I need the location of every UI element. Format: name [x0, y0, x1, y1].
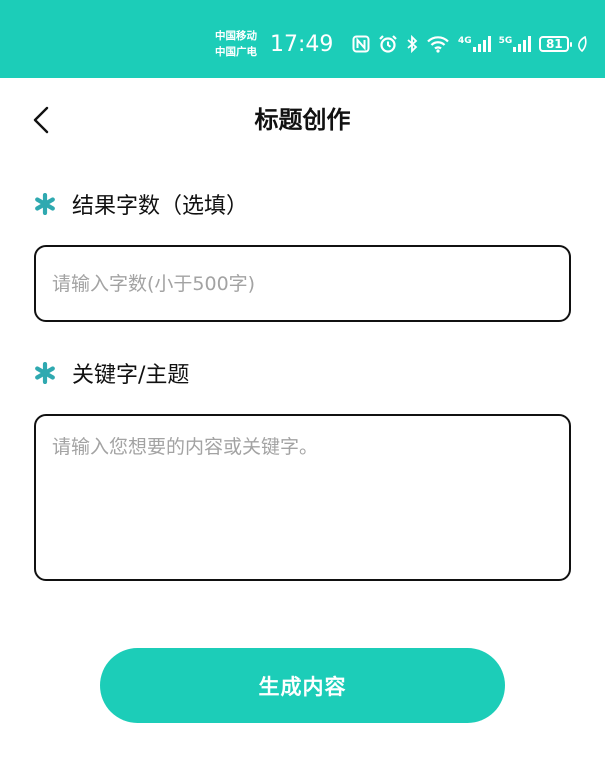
leaf-icon	[578, 36, 587, 52]
bluetooth-icon	[407, 34, 418, 54]
carrier-1: 中国移动	[215, 30, 257, 42]
network-label-1: 4G	[458, 36, 472, 46]
battery-icon: 81	[539, 36, 573, 52]
keyword-label: 关键字/主题	[72, 363, 190, 388]
word-count-label: 结果字数（选填）	[72, 194, 249, 219]
page-title: 标题创作	[254, 106, 351, 134]
keyword-textarea[interactable]	[52, 432, 553, 562]
asterisk-icon	[35, 362, 55, 384]
signal-4g-icon: 4G	[458, 36, 491, 52]
clock: 17:49	[270, 32, 334, 57]
carrier-info: 中国移动 中国广电	[215, 28, 275, 60]
asterisk-icon	[35, 193, 55, 215]
keyword-label-row: 关键字/主题	[34, 356, 189, 390]
word-count-input[interactable]	[52, 272, 553, 295]
word-count-label-row: 结果字数（选填）	[34, 187, 248, 221]
word-count-field[interactable]	[34, 245, 571, 322]
battery-level: 81	[545, 37, 563, 51]
status-icons: 4G 5G 81	[352, 33, 587, 55]
network-label-2: 5G	[498, 36, 513, 46]
keyword-field[interactable]	[34, 414, 571, 581]
generate-button[interactable]: 生成内容	[100, 648, 505, 723]
wifi-icon	[427, 36, 449, 53]
carrier-2: 中国广电	[215, 46, 257, 58]
alarm-icon	[379, 35, 397, 53]
nfc-icon	[352, 35, 370, 53]
status-bar: 中国移动 中国广电 17:49 4G 5G 81	[0, 0, 605, 78]
signal-5g-icon: 5G	[499, 36, 532, 52]
generate-button-label: 生成内容	[258, 674, 347, 699]
